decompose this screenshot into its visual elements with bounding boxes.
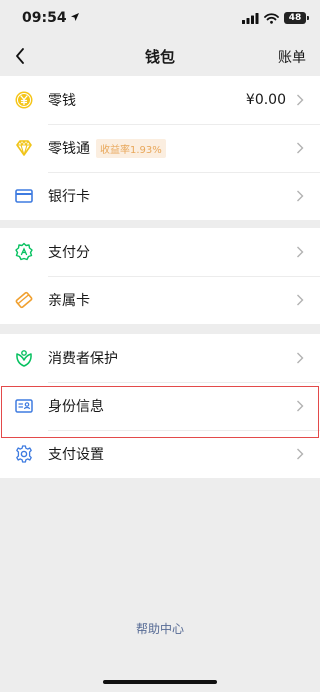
wallet-group-balance: 零钱 ¥0.00 零钱通 收益率1.93% 银行卡 <box>0 76 320 220</box>
location-arrow-icon <box>70 10 80 26</box>
yen-coin-icon <box>14 90 34 110</box>
row-payment-score[interactable]: 支付分 <box>0 228 320 276</box>
wallet-group-services: 支付分 亲属卡 <box>0 228 320 324</box>
family-card-icon <box>14 290 34 310</box>
nav-bar: 钱包 账单 <box>0 36 320 76</box>
help-center-link[interactable]: 帮助中心 <box>0 620 320 637</box>
wallet-group-security: 消费者保护 身份信息 支付设置 <box>0 334 320 478</box>
row-family-card[interactable]: 亲属卡 <box>0 276 320 324</box>
bank-card-icon <box>14 186 34 206</box>
page-title: 钱包 <box>144 47 175 66</box>
row-lingqiantong[interactable]: 零钱通 收益率1.93% <box>0 124 320 172</box>
row-bank-card[interactable]: 银行卡 <box>0 172 320 220</box>
row-label-bank-card: 银行卡 <box>48 189 90 205</box>
payment-score-icon <box>14 242 34 262</box>
status-time: 09:54 <box>22 10 80 26</box>
home-indicator <box>103 680 217 684</box>
balance-value: ¥0.00 <box>245 92 286 108</box>
cellular-signal-icon <box>242 9 259 28</box>
chevron-right-icon <box>296 245 306 259</box>
consumer-protection-icon <box>14 348 34 368</box>
row-label-lingqiantong: 零钱通 <box>48 141 90 157</box>
chevron-right-icon <box>296 293 306 307</box>
chevron-right-icon <box>296 447 306 461</box>
wallet-screen: 09:54 48 钱包 账单 零钱 ¥0.00 零钱通 收益率1.93% 银行卡… <box>0 0 320 692</box>
chevron-right-icon <box>296 189 306 203</box>
chevron-right-icon <box>296 93 306 107</box>
row-label-change: 零钱 <box>48 93 76 109</box>
status-time-text: 09:54 <box>22 10 67 26</box>
diamond-icon <box>14 138 34 158</box>
chevron-right-icon <box>296 399 306 413</box>
chevron-right-icon <box>296 351 306 365</box>
back-chevron-icon[interactable] <box>10 46 30 66</box>
row-label-payment-score: 支付分 <box>48 245 90 261</box>
row-label-family-card: 亲属卡 <box>48 293 90 309</box>
wifi-icon <box>264 9 279 28</box>
battery-level: 48 <box>288 13 302 23</box>
chevron-right-icon <box>296 141 306 155</box>
bill-button[interactable]: 账单 <box>278 47 306 67</box>
battery-icon: 48 <box>284 12 309 24</box>
status-indicators: 48 <box>242 9 309 28</box>
row-identity-info[interactable]: 身份信息 <box>0 382 320 430</box>
row-label-payment-settings: 支付设置 <box>48 447 104 463</box>
row-label-consumer-protection: 消费者保护 <box>48 351 118 367</box>
status-bar: 09:54 48 <box>0 0 320 36</box>
row-change[interactable]: 零钱 ¥0.00 <box>0 76 320 124</box>
settings-gear-icon <box>14 444 34 464</box>
id-card-icon <box>14 396 34 416</box>
row-consumer-protection[interactable]: 消费者保护 <box>0 334 320 382</box>
row-label-identity-info: 身份信息 <box>48 399 104 415</box>
row-payment-settings[interactable]: 支付设置 <box>0 430 320 478</box>
yield-badge: 收益率1.93% <box>96 138 166 158</box>
